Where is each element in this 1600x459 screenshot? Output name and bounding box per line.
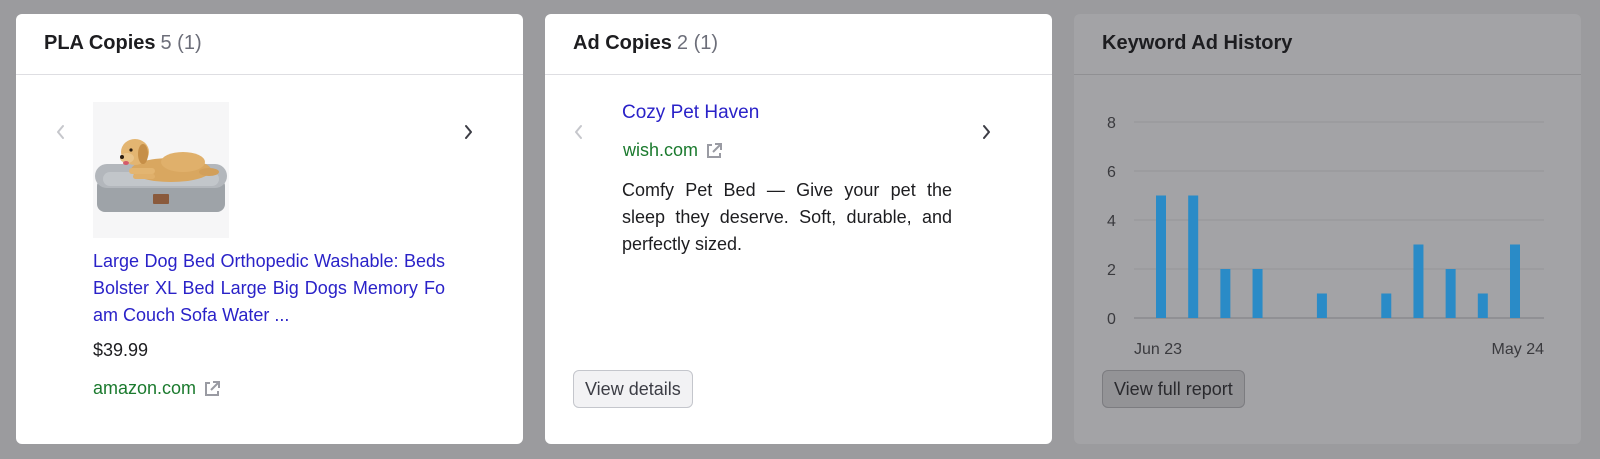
y-tick-label: 8 (1107, 115, 1116, 132)
product-image[interactable] (93, 102, 229, 238)
ad-description: Comfy Pet Bed — Give your pet the sleep … (622, 180, 952, 254)
chart-bar[interactable] (1413, 244, 1424, 319)
keyword-ad-history-title: Keyword Ad History (1102, 32, 1293, 54)
chevron-left-icon[interactable] (49, 120, 73, 144)
view-full-report-button[interactable]: View full report (1102, 370, 1245, 408)
pla-copies-count: 5 (1) (160, 32, 202, 54)
ad-copies-header: Ad Copies 2 (1) (545, 14, 1052, 75)
chart-bar[interactable] (1445, 269, 1456, 318)
chart-bar[interactable] (1381, 293, 1392, 319)
chart-bar[interactable] (1252, 269, 1263, 318)
y-tick-label: 6 (1107, 164, 1116, 181)
ad-copies-count: 2 (1) (676, 32, 719, 54)
ad-history-chart: 0 2 4 6 8 Jun 23 May 24 (1107, 115, 1545, 358)
view-details-button[interactable]: View details (573, 370, 693, 408)
y-tick-label: 2 (1107, 262, 1116, 279)
keyword-ad-history-header: Keyword Ad History (1074, 14, 1581, 75)
pla-copies-title: PLA Copies (44, 32, 156, 54)
chart-bar[interactable] (1477, 293, 1488, 319)
x-tick-label: May 24 (1492, 341, 1545, 358)
chart-bar[interactable] (1316, 293, 1327, 319)
chevron-right-icon[interactable] (974, 120, 998, 144)
ad-copies-title: Ad Copies (573, 32, 672, 54)
chart-bar[interactable] (1510, 244, 1520, 319)
chevron-left-icon[interactable] (567, 120, 591, 144)
pla-copies-card: PLA Copies 5 (1) Large Dog Bed Orthopedi… (16, 14, 523, 444)
chart-bar[interactable] (1220, 269, 1231, 318)
chart-bar[interactable] (1188, 195, 1199, 319)
ad-title-link[interactable]: Cozy Pet Haven (622, 102, 759, 124)
keyword-ad-history-card: Keyword Ad History 0 2 4 6 8 Jun 23 May 24 Vie… (1074, 14, 1581, 444)
product-domain-text: amazon.com (93, 378, 197, 398)
product-domain-link[interactable]: amazon.com (93, 378, 222, 399)
external-link-icon[interactable] (704, 141, 724, 161)
external-link-icon[interactable] (202, 379, 222, 399)
ad-copies-card: Ad Copies 2 (1) Cozy Pet Haven wish.com C… (545, 14, 1052, 444)
product-title-link[interactable]: Large Dog Bed Orthopedic Washable: Beds … (93, 248, 445, 329)
chevron-right-icon[interactable] (456, 120, 480, 144)
ad-domain-link[interactable]: wish.com (623, 140, 724, 161)
y-tick-label: 0 (1107, 311, 1116, 328)
ad-domain-text: wish.com (623, 140, 699, 160)
x-tick-label: Jun 23 (1134, 341, 1182, 358)
product-price: $39.99 (93, 340, 149, 360)
chart-bar[interactable] (1156, 195, 1166, 319)
y-tick-label: 4 (1107, 213, 1116, 230)
pla-copies-header: PLA Copies 5 (1) (16, 14, 523, 75)
